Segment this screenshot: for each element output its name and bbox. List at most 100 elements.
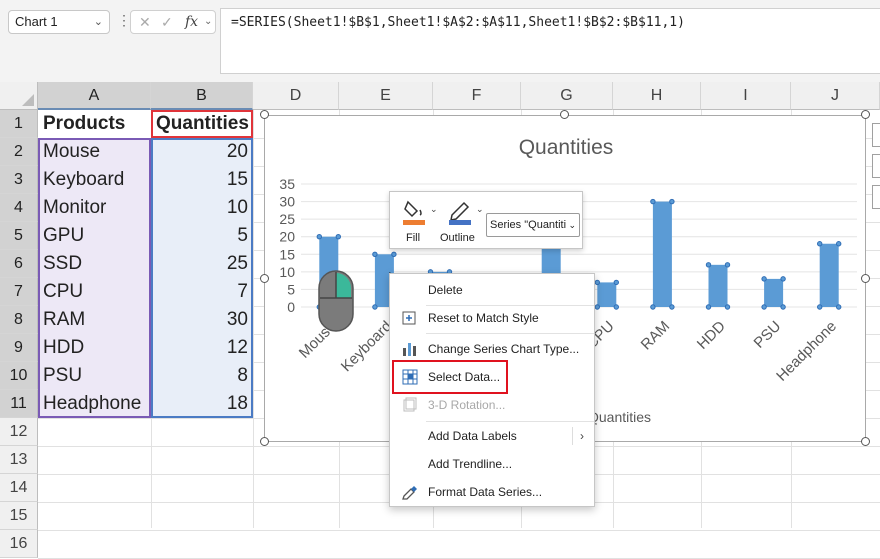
chart-filters-button[interactable]: [872, 185, 880, 209]
row-header-1[interactable]: 1: [0, 110, 38, 138]
legend-entry[interactable]: Quantities: [588, 409, 651, 425]
row-header-3[interactable]: 3: [0, 166, 38, 194]
resize-handle-r[interactable]: [861, 274, 870, 283]
row-header-9[interactable]: 9: [0, 334, 38, 362]
chevron-down-icon[interactable]: ⌄: [94, 11, 103, 33]
cell-b11[interactable]: 18: [152, 390, 252, 418]
cell-b2[interactable]: 20: [152, 138, 252, 166]
row-header-2[interactable]: 2: [0, 138, 38, 166]
row-header-14[interactable]: 14: [0, 474, 38, 502]
chart-styles-button[interactable]: [872, 154, 880, 178]
cell-a7[interactable]: CPU: [39, 278, 151, 306]
cell-a4[interactable]: Monitor: [39, 194, 151, 222]
column-header-g[interactable]: G: [521, 82, 613, 110]
cell-a3[interactable]: Keyboard: [39, 166, 151, 194]
bar-selection-handle: [613, 304, 619, 310]
row-header-7[interactable]: 7: [0, 278, 38, 306]
cell-b7[interactable]: 7: [152, 278, 252, 306]
row-header-15[interactable]: 15: [0, 502, 38, 530]
cell-a8[interactable]: RAM: [39, 306, 151, 334]
menu-item-change-chart-type[interactable]: Change Series Chart Type...: [390, 336, 594, 362]
row-header-8[interactable]: 8: [0, 306, 38, 334]
resize-handle-tr[interactable]: [861, 110, 870, 119]
mini-toolbar: ⌄ Fill ⌄ Outline Series "Quantiti ⌄: [389, 191, 583, 249]
cell-b6[interactable]: 25: [152, 250, 252, 278]
bar-selection-handle: [669, 304, 675, 310]
fill-label[interactable]: Fill: [406, 232, 420, 244]
column-header-i[interactable]: I: [701, 82, 791, 110]
row-header-6[interactable]: 6: [0, 250, 38, 278]
resize-handle-l[interactable]: [260, 274, 269, 283]
series-select[interactable]: Series "Quantiti ⌄: [486, 213, 580, 237]
bar-ram[interactable]: [652, 201, 672, 307]
resize-handle-tl[interactable]: [260, 110, 269, 119]
menu-item-label: Reset to Match Style: [428, 311, 539, 325]
column-header-e[interactable]: E: [339, 82, 433, 110]
outline-label[interactable]: Outline: [440, 232, 475, 244]
cell-a6[interactable]: SSD: [39, 250, 151, 278]
chart-elements-button[interactable]: [872, 123, 880, 147]
bar-selection-handle: [594, 279, 600, 286]
menu-item-add-trendline[interactable]: Add Trendline...: [390, 451, 594, 477]
row-header-10[interactable]: 10: [0, 362, 38, 390]
formula-input[interactable]: =SERIES(Sheet1!$B$1,Sheet1!$A$2:$A$11,Sh…: [220, 8, 880, 74]
cell-a1[interactable]: Products: [39, 110, 151, 138]
menu-item-add-data-labels[interactable]: Add Data Labels ›: [390, 423, 594, 449]
cell-b9[interactable]: 12: [152, 334, 252, 362]
cell-a9[interactable]: HDD: [39, 334, 151, 362]
chevron-down-icon: ⌄: [568, 220, 576, 230]
bar-cpu[interactable]: [597, 282, 617, 307]
reset-style-icon: [402, 311, 416, 325]
resize-handle-t[interactable]: [560, 110, 569, 119]
chart-title[interactable]: Quantities: [519, 136, 614, 159]
row-header-5[interactable]: 5: [0, 222, 38, 250]
bar-hdd[interactable]: [708, 264, 728, 307]
bar-headphone[interactable]: [819, 243, 839, 307]
chevron-down-icon[interactable]: ⌄: [204, 11, 212, 33]
enter-icon[interactable]: ✓: [161, 11, 173, 33]
column-header-j[interactable]: J: [791, 82, 880, 110]
more-options-icon[interactable]: ⋮: [117, 12, 131, 29]
cell-a2[interactable]: Mouse: [39, 138, 151, 166]
column-header-h[interactable]: H: [613, 82, 701, 110]
column-header-f[interactable]: F: [433, 82, 521, 110]
menu-item-label: Format Data Series...: [428, 485, 543, 499]
column-header-a[interactable]: A: [38, 82, 151, 110]
bar-selection-handle: [817, 241, 823, 247]
cell-a11[interactable]: Headphone: [39, 390, 151, 418]
cell-b3[interactable]: 15: [152, 166, 252, 194]
cell-b8[interactable]: 30: [152, 306, 252, 334]
column-header-d[interactable]: D: [253, 82, 339, 110]
bar-selection-handle: [836, 241, 842, 247]
cell-a5[interactable]: GPU: [39, 222, 151, 250]
row-header-4[interactable]: 4: [0, 194, 38, 222]
name-box[interactable]: Chart 1 ⌄: [8, 10, 110, 34]
chevron-right-icon[interactable]: ›: [580, 423, 584, 449]
chevron-down-icon[interactable]: ⌄: [430, 204, 438, 215]
bar-psu[interactable]: [764, 278, 784, 307]
resize-handle-bl[interactable]: [260, 437, 269, 446]
cell-b4[interactable]: 10: [152, 194, 252, 222]
row-header-11[interactable]: 11: [0, 390, 38, 418]
column-header-b[interactable]: B: [151, 82, 253, 110]
name-box-value: Chart 1: [15, 14, 58, 29]
row-header-13[interactable]: 13: [0, 446, 38, 474]
select-all-corner[interactable]: [0, 82, 38, 110]
outline-icon[interactable]: [448, 198, 474, 226]
cell-a10[interactable]: PSU: [39, 362, 151, 390]
menu-item-delete[interactable]: Delete: [390, 277, 594, 303]
chevron-down-icon[interactable]: ⌄: [476, 204, 484, 215]
cancel-icon[interactable]: ✕: [139, 11, 151, 33]
resize-handle-br[interactable]: [861, 437, 870, 446]
insert-function-icon[interactable]: fx: [185, 11, 198, 33]
fill-icon[interactable]: [402, 198, 428, 226]
menu-item-reset-style[interactable]: Reset to Match Style: [390, 305, 594, 331]
cell-b10[interactable]: 8: [152, 362, 252, 390]
row-header-12[interactable]: 12: [0, 418, 38, 446]
bar-selection-handle: [836, 304, 842, 310]
menu-item-format-data-series[interactable]: Format Data Series...: [390, 479, 594, 505]
cell-b1[interactable]: Quantities: [152, 110, 252, 138]
cell-b5[interactable]: 5: [152, 222, 252, 250]
row-header-16[interactable]: 16: [0, 530, 38, 558]
bar-selection-handle: [594, 304, 600, 310]
